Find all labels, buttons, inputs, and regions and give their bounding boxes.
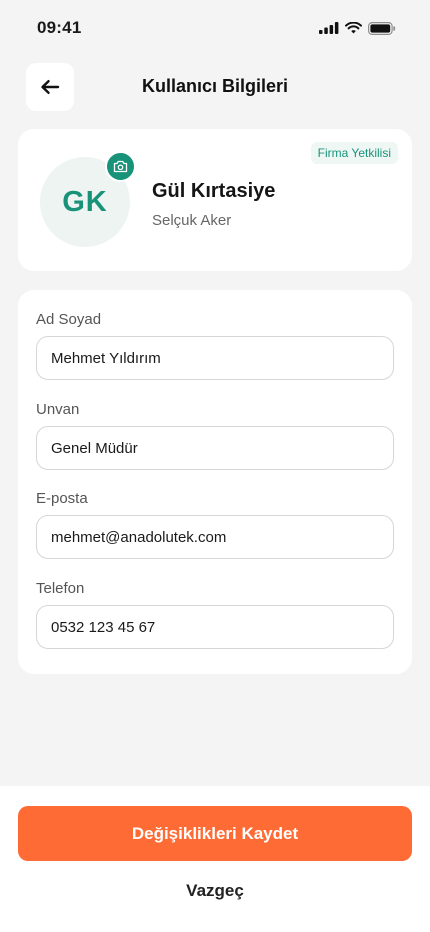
person-name: Selçuk Aker — [152, 212, 232, 229]
status-bar: 09:41 — [0, 0, 430, 56]
company-name: Gül Kırtasiye — [152, 180, 276, 202]
change-photo-button[interactable] — [105, 151, 136, 182]
save-changes-button[interactable]: Değişiklikleri Kaydet — [18, 806, 412, 861]
wifi-icon — [345, 22, 362, 34]
battery-icon — [368, 21, 396, 35]
status-icons — [319, 21, 396, 35]
status-time: 09:41 — [37, 18, 82, 37]
avatar-initials: GK — [62, 185, 108, 218]
page-title: Kullanıcı Bilgileri — [141, 76, 289, 96]
form-card: Ad Soyad Unvan E-posta Telefon — [18, 290, 412, 674]
title-input[interactable] — [36, 426, 394, 470]
user-info-screen: 09:41 Kullanıcı Bilgileri GK Firma Yetki… — [0, 0, 430, 932]
full-name-label: Ad Soyad — [36, 311, 102, 328]
role-badge: Firma Yetkilisi — [310, 142, 398, 164]
bottom-action-panel: Değişiklikleri Kaydet Vazgeç — [0, 786, 430, 932]
email-label: E-posta — [36, 490, 88, 507]
camera-icon — [113, 160, 128, 173]
profile-card: GK Firma Yetkilisi Gül Kırtasiye Selçuk … — [18, 129, 412, 271]
phone-input[interactable] — [36, 605, 394, 649]
email-input[interactable] — [36, 515, 394, 559]
signal-icon — [319, 22, 339, 34]
phone-label: Telefon — [36, 580, 85, 597]
header: Kullanıcı Bilgileri — [0, 63, 430, 111]
title-label: Unvan — [36, 401, 80, 418]
cancel-button[interactable]: Vazgeç — [140, 876, 290, 906]
full-name-input[interactable] — [36, 336, 394, 380]
